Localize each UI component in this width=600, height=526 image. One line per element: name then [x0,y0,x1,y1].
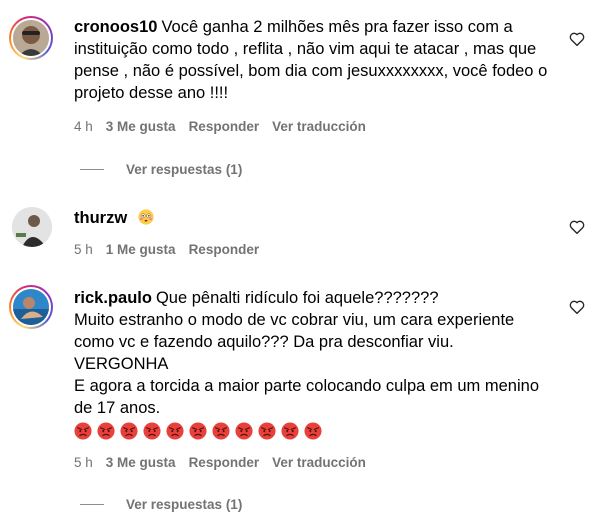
angry-face-icon [235,422,253,440]
angry-face-icon [304,422,322,440]
angry-face-icon [166,422,184,440]
angry-face-icon [212,422,230,440]
translate-button[interactable]: Ver traducción [272,119,366,134]
angry-face-icon [143,422,161,440]
angry-face-icon [97,422,115,440]
view-replies-label[interactable]: Ver respuestas (1) [126,162,242,177]
reply-button[interactable]: Responder [189,119,260,134]
flushed-face-icon [138,209,154,225]
avatar-image [12,207,52,247]
view-replies-button[interactable]: Ver respuestas (1) [80,162,242,177]
likes-count[interactable]: 3 Me gusta [106,455,176,470]
replies-divider [80,504,104,505]
angry-face-icon [258,422,276,440]
avatar[interactable] [9,285,53,329]
reply-button[interactable]: Responder [189,455,260,470]
likes-count[interactable]: 3 Me gusta [106,119,176,134]
comment-text-line: VERGONHA [74,355,169,373]
comment-text-line: Que pênalti ridículo foi aquele??????? [155,289,439,307]
comment-meta: 4 h 3 Me gusta Responder Ver traducción [74,119,366,134]
comment-time: 4 h [74,119,93,134]
avatar[interactable] [9,16,53,60]
avatar-image [13,20,49,56]
replies-divider [80,169,104,170]
comment-time: 5 h [74,455,93,470]
angry-face-icon [281,422,299,440]
comment-username[interactable]: cronoos10 [74,18,157,36]
comment-meta: 5 h 3 Me gusta Responder Ver traducción [74,455,366,470]
angry-face-icon [189,422,207,440]
reply-button[interactable]: Responder [189,242,260,257]
translate-button[interactable]: Ver traducción [272,455,366,470]
like-heart-icon[interactable] [568,298,586,316]
angry-face-icon [120,422,138,440]
avatar-image [13,289,49,325]
comment-text-line: Muito estranho o modo de vc cobrar viu, … [74,311,515,351]
like-heart-icon[interactable] [568,218,586,236]
view-replies-button[interactable]: Ver respuestas (1) [80,497,242,512]
comment-username[interactable]: thurzw [74,209,127,227]
angry-face-icon [74,422,92,440]
comment-text-line: E agora a torcida a maior parte colocand… [74,377,540,417]
comment-time: 5 h [74,242,93,257]
comment-meta: 5 h 1 Me gusta Responder [74,242,259,257]
comment-username[interactable]: rick.paulo [74,289,152,307]
likes-count[interactable]: 1 Me gusta [106,242,176,257]
emoji-row [74,422,554,440]
avatar[interactable] [12,207,52,247]
view-replies-label[interactable]: Ver respuestas (1) [126,497,242,512]
like-heart-icon[interactable] [568,30,586,48]
